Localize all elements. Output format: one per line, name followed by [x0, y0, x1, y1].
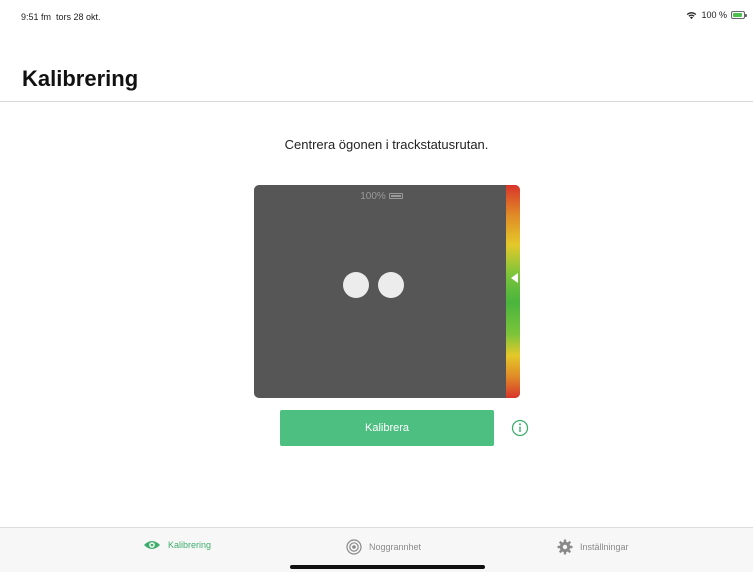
status-time-text: 9:51 fm [21, 12, 52, 22]
left-eye-indicator [343, 272, 369, 298]
instruction-text: Centrera ögonen i trackstatusrutan. [284, 137, 489, 152]
gauge-marker-icon [511, 273, 518, 283]
tab-calibration-label: Kalibrering [168, 540, 212, 550]
tab-settings[interactable]: Inställningar [557, 539, 629, 555]
target-icon [346, 539, 362, 555]
distance-gauge [506, 185, 520, 398]
right-eye-indicator [378, 272, 404, 298]
tab-settings-label: Inställningar [580, 542, 629, 552]
gear-icon [557, 539, 573, 555]
wifi-icon [687, 11, 697, 19]
home-indicator[interactable] [290, 565, 485, 569]
tab-accuracy-label: Noggrannhet [369, 542, 422, 552]
track-battery: 100% [254, 191, 509, 202]
battery-icon [388, 193, 403, 200]
battery-percent: 100 % [701, 10, 727, 20]
info-icon[interactable] [511, 419, 529, 437]
eye-icon [144, 541, 160, 549]
status-indicators: 100 % [686, 10, 747, 20]
status-bar: 9:51 fm tors 28 okt. 100 % [0, 0, 753, 30]
battery-charging-icon [731, 11, 747, 19]
track-battery-text: 100% [360, 191, 386, 202]
tab-accuracy[interactable]: Noggrannhet [346, 539, 421, 555]
tab-calibration[interactable]: Kalibrering [143, 539, 211, 551]
status-time: 9:51 fm tors 28 okt. [21, 12, 101, 22]
calibrate-button[interactable]: Kalibrera [280, 410, 494, 446]
page-title: Kalibrering [22, 66, 139, 91]
title-divider [0, 101, 753, 102]
status-date-text: tors 28 okt. [56, 12, 101, 22]
